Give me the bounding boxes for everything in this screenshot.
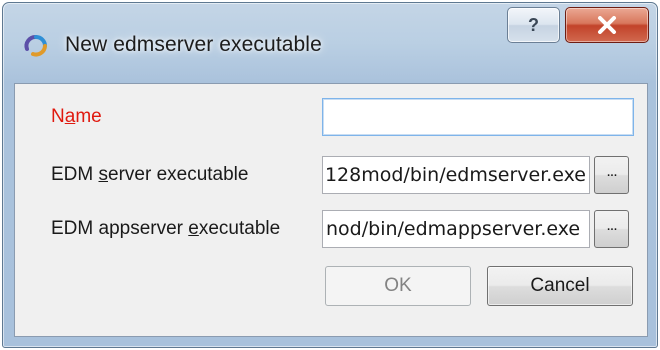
help-icon: ? (528, 14, 539, 35)
server-executable-label: EDM server executable (51, 164, 249, 185)
name-input[interactable] (322, 98, 634, 136)
ok-button[interactable]: OK (325, 266, 471, 306)
window-title: New edmserver executable (65, 33, 322, 56)
name-label: Name (51, 106, 102, 127)
appserver-executable-input[interactable]: nod/bin/edmappserver.exe (322, 210, 590, 248)
server-executable-input[interactable]: 128mod/bin/edmserver.exe (322, 156, 590, 194)
close-button[interactable] (565, 7, 649, 43)
cancel-button[interactable]: Cancel (487, 266, 633, 306)
dialog-content: Name EDM server executable 128mod/bin/ed… (14, 83, 648, 337)
dialog-window: New edmserver executable ? Name EDM serv… (2, 2, 658, 348)
help-button[interactable]: ? (507, 7, 560, 43)
appserver-executable-label: EDM appserver executable (51, 218, 281, 239)
close-icon (598, 16, 616, 34)
app-logo-icon (24, 35, 47, 57)
server-executable-browse-button[interactable]: ... (594, 156, 629, 194)
appserver-executable-browse-button[interactable]: ... (594, 210, 629, 248)
title-bar[interactable]: New edmserver executable ? (3, 3, 657, 83)
